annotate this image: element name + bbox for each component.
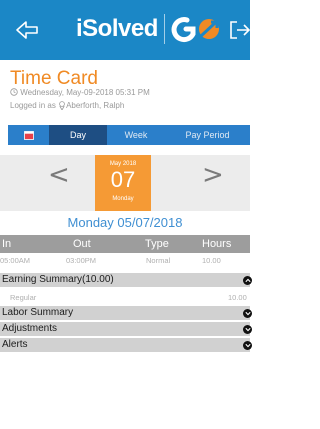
section-label: Adjustments	[2, 323, 58, 334]
clock-icon	[10, 88, 18, 96]
cell-out: 03:00PM	[66, 256, 97, 265]
logout-button[interactable]	[228, 18, 252, 42]
next-day-button[interactable]: >	[202, 160, 224, 190]
list-item: Regular 10.00	[0, 290, 250, 304]
timestamp-text: Wednesday, May-09-2018 05:31 PM	[20, 88, 150, 97]
logout-icon	[230, 21, 251, 39]
timestamp: Wednesday, May-09-2018 05:31 PM	[10, 88, 150, 97]
tab-day[interactable]: Day	[49, 125, 107, 145]
alerts-section[interactable]: Alerts	[0, 338, 252, 352]
tab-pay-period[interactable]: Pay Period	[165, 125, 250, 145]
earning-summary-section[interactable]: Earning Summary(10.00)	[0, 273, 252, 287]
previous-day-button[interactable]: <	[48, 160, 70, 190]
column-hours: Hours	[202, 238, 232, 250]
user-pin-icon	[59, 101, 65, 111]
punch-table-header: In Out Type Hours	[0, 235, 250, 253]
go-logo-icon	[171, 17, 220, 43]
login-info: Logged in as Aberforth, Ralph	[10, 101, 125, 111]
cell-hours: 10.00	[202, 256, 221, 265]
page-title: Time Card	[10, 68, 98, 89]
logged-in-label: Logged in as	[10, 101, 56, 110]
chevron-up-icon	[243, 276, 252, 285]
user-name: Aberforth, Ralph	[66, 101, 125, 110]
isolved-go-logo: iSolved	[76, 10, 225, 48]
cell-in: 05:00AM	[0, 256, 31, 265]
app-header: iSolved	[0, 0, 252, 60]
logo-divider	[163, 14, 166, 44]
column-in: In	[2, 238, 12, 250]
section-label: Alerts	[2, 339, 28, 350]
table-row[interactable]: 05:00AM 03:00PM Normal 10.00	[0, 253, 250, 267]
calendar-icon	[23, 130, 34, 140]
tab-week[interactable]: Week	[107, 125, 165, 145]
earning-type: Regular	[10, 293, 37, 302]
chevron-down-icon	[243, 309, 252, 318]
section-label: Earning Summary(10.00)	[2, 274, 114, 285]
column-type: Type	[145, 238, 169, 250]
chevron-down-icon	[243, 341, 252, 350]
chevron-down-icon	[243, 325, 252, 334]
day-number: 07	[110, 167, 136, 192]
back-arrow-icon	[16, 21, 38, 39]
cell-type: Normal	[146, 256, 171, 265]
back-button[interactable]	[13, 16, 41, 44]
tab-calendar[interactable]	[8, 125, 49, 145]
labor-summary-section[interactable]: Labor Summary	[0, 306, 252, 320]
adjustments-section[interactable]: Adjustments	[0, 322, 252, 336]
weekday: Monday	[112, 196, 134, 202]
section-label: Labor Summary	[2, 307, 74, 318]
logo-text: iSolved	[76, 15, 158, 42]
selected-date[interactable]: May 2018 07 Monday	[95, 155, 151, 211]
selected-day-label: Monday 05/07/2018	[67, 215, 183, 230]
column-out: Out	[73, 238, 91, 250]
earning-hours: 10.00	[228, 293, 247, 302]
view-tabs: Day Week Pay Period	[8, 125, 250, 145]
